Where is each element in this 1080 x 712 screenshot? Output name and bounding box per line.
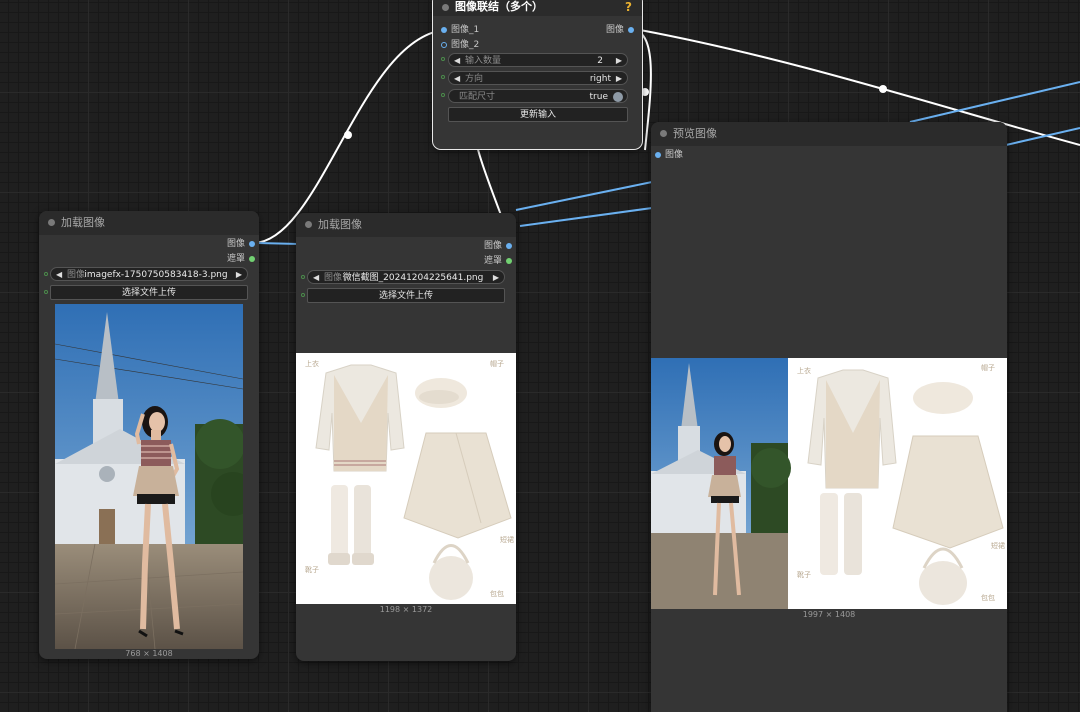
widget-port-upload[interactable] [301, 293, 305, 297]
wire-blue-1 [515, 181, 653, 211]
preview-label-bag: 包包 [981, 594, 995, 602]
output-port-mask[interactable] [249, 256, 255, 262]
output-port-image[interactable] [628, 27, 634, 33]
collapse-dot-icon[interactable] [305, 221, 312, 228]
input-port-image-2[interactable] [441, 42, 447, 48]
prev-arrow-icon[interactable]: ◀ [313, 271, 319, 285]
widget-port-image[interactable] [301, 275, 305, 279]
image-dimensions: 1198 × 1372 [379, 605, 433, 614]
input-port-image[interactable] [655, 152, 661, 158]
output-port-image[interactable] [249, 241, 255, 247]
help-icon[interactable]: ? [625, 0, 632, 16]
output-label-mask: 遮罩 [483, 256, 502, 266]
preview-label-hat: 帽子 [981, 364, 995, 372]
image-select-widget[interactable]: ◀ 图像 imagefx-1750750583418-3.png ▶ [50, 267, 248, 281]
load-image-node-1[interactable]: 加载图像 图像 遮罩 ◀ 图像 imagefx-1750750583418-3.… [39, 211, 259, 659]
image-select-widget[interactable]: ◀ 图像 微信截图_20241204225641.png ▶ [307, 270, 505, 284]
input-label-image-2: 图像_2 [451, 40, 480, 50]
direction-widget[interactable]: ◀ 方向 right ▶ [448, 71, 628, 85]
reroute-dot-concat[interactable] [641, 88, 649, 96]
collapse-dot-icon[interactable] [660, 130, 667, 137]
increment-arrow-icon[interactable]: ▶ [616, 54, 622, 68]
update-inputs-button[interactable]: 更新输入 [448, 107, 628, 122]
collapse-dot-icon[interactable] [442, 4, 449, 11]
load-image-node-2[interactable]: 加载图像 图像 遮罩 ◀ 图像 微信截图_20241204225641.png … [296, 213, 516, 661]
node-title[interactable]: 预览图像 [651, 122, 1007, 146]
wire-blue-3 [909, 81, 1080, 123]
wire-load1-blue [257, 242, 301, 245]
next-arrow-icon[interactable]: ▶ [616, 72, 622, 86]
reroute-dot-right[interactable] [879, 85, 887, 93]
outfit-flatlay-photo: 上衣 帽子 短裙 靴子 包包 [296, 353, 516, 604]
upload-button[interactable]: 选择文件上传 [307, 288, 505, 303]
next-arrow-icon[interactable]: ▶ [493, 271, 499, 285]
prev-arrow-icon[interactable]: ◀ [56, 268, 62, 282]
wire-blue-4 [1005, 127, 1080, 146]
label-top: 上衣 [305, 360, 319, 368]
preview-label-skirt: 短裙 [991, 542, 1005, 550]
input-count-widget[interactable]: ◀ 输入数量 2 ▶ [448, 53, 628, 67]
input-label-image-1: 图像_1 [451, 25, 480, 35]
preview-illustration [651, 358, 1004, 609]
upload-button[interactable]: 选择文件上传 [50, 285, 248, 300]
input-port-image-1[interactable] [441, 27, 447, 33]
match-size-toggle[interactable]: 匹配尺寸 true [448, 89, 628, 103]
prev-arrow-icon[interactable]: ◀ [454, 72, 460, 86]
woman-church-illustration [55, 304, 243, 649]
preview-image-node[interactable]: 预览图像 图像 上衣 帽子 短裙 靴子 包包 1997 × 1408 [651, 122, 1007, 712]
output-label-image: 图像 [605, 25, 624, 35]
widget-port-image[interactable] [44, 272, 48, 276]
node-title[interactable]: 加载图像 [296, 213, 516, 237]
node-title[interactable]: 加载图像 [39, 211, 259, 235]
widget-port-count[interactable] [441, 57, 445, 61]
output-port-image[interactable] [506, 243, 512, 249]
output-label-image: 图像 [483, 241, 502, 251]
preview-label-top: 上衣 [797, 367, 811, 375]
label-hat: 帽子 [490, 360, 504, 368]
image-dimensions: 768 × 1408 [125, 649, 173, 658]
image-concat-node[interactable]: 图像联结（多个） ? 图像_1 图像_2 图像 ◀ 输入数量 2 ▶ ◀ 方向 … [432, 0, 643, 150]
node-title[interactable]: 图像联结（多个） [433, 0, 642, 16]
wire-blue-2 [519, 207, 653, 227]
preview-label-boots: 靴子 [797, 571, 811, 579]
label-skirt: 短裙 [500, 536, 514, 544]
collapse-dot-icon[interactable] [48, 219, 55, 226]
decrement-arrow-icon[interactable]: ◀ [454, 54, 460, 68]
label-boots: 靴子 [305, 566, 319, 574]
output-port-mask[interactable] [506, 258, 512, 264]
output-label-mask: 遮罩 [226, 254, 245, 264]
woman-church-photo [55, 304, 243, 649]
image-dimensions: 1997 × 1408 [802, 610, 856, 619]
reroute-dot-left[interactable] [344, 131, 352, 139]
output-label-image: 图像 [226, 239, 245, 249]
next-arrow-icon[interactable]: ▶ [236, 268, 242, 282]
widget-port-upload[interactable] [44, 290, 48, 294]
concatenated-preview-image: 上衣 帽子 短裙 靴子 包包 [651, 358, 1007, 609]
widget-port-match[interactable] [441, 93, 445, 97]
input-label-image: 图像 [665, 150, 684, 160]
outfit-flatlay-illustration [315, 364, 512, 600]
toggle-knob[interactable] [613, 92, 623, 102]
label-bag: 包包 [490, 590, 504, 598]
widget-port-direction[interactable] [441, 75, 445, 79]
